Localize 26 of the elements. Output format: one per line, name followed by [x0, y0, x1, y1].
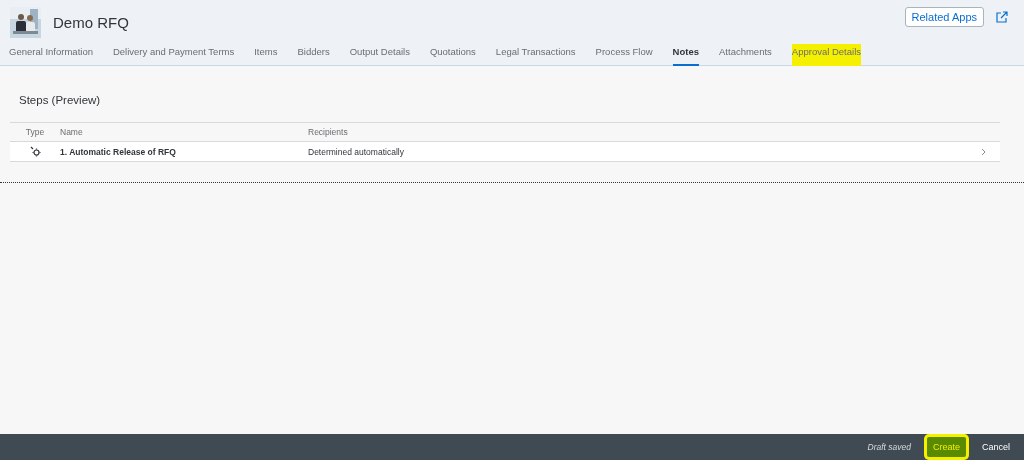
section-title: Steps (Preview) — [18, 93, 102, 108]
tab[interactable]: Output Details — [349, 44, 410, 66]
gear-icon — [29, 146, 41, 157]
recipients-cell-text: Determined automatically — [308, 146, 405, 157]
share-icon[interactable] — [996, 11, 1008, 23]
tab[interactable]: Process Flow — [595, 44, 653, 66]
draft-status: Draft saved — [867, 442, 911, 452]
tab[interactable]: General Information — [9, 44, 93, 66]
column-header: Recipients — [308, 127, 349, 137]
chevron-right-icon — [980, 147, 987, 156]
cancel-button[interactable]: Cancel — [976, 437, 1016, 457]
tab[interactable]: Legal Transactions — [495, 44, 576, 66]
tab[interactable]: Items — [254, 44, 278, 66]
tab[interactable]: Delivery and Payment Terms — [112, 44, 235, 66]
create-button[interactable]: Create — [926, 437, 966, 457]
page-title: Demo RFQ — [53, 13, 130, 31]
tab[interactable]: Quotations — [429, 44, 476, 66]
step-name: 1. Automatic Release of RFQ — [60, 146, 177, 157]
tab[interactable]: Approval Details — [791, 44, 861, 66]
tab[interactable]: Bidders — [297, 44, 330, 66]
table-row[interactable]: 1. Automatic Release of RFQ Determined automatically — [10, 142, 1000, 162]
related-apps-button[interactable]: Related Apps — [904, 7, 984, 27]
column-header: Name — [60, 127, 84, 137]
tab[interactable]: Notes — [672, 44, 699, 66]
column-header: Type — [24, 127, 46, 137]
tab[interactable]: Attachments — [719, 44, 772, 66]
